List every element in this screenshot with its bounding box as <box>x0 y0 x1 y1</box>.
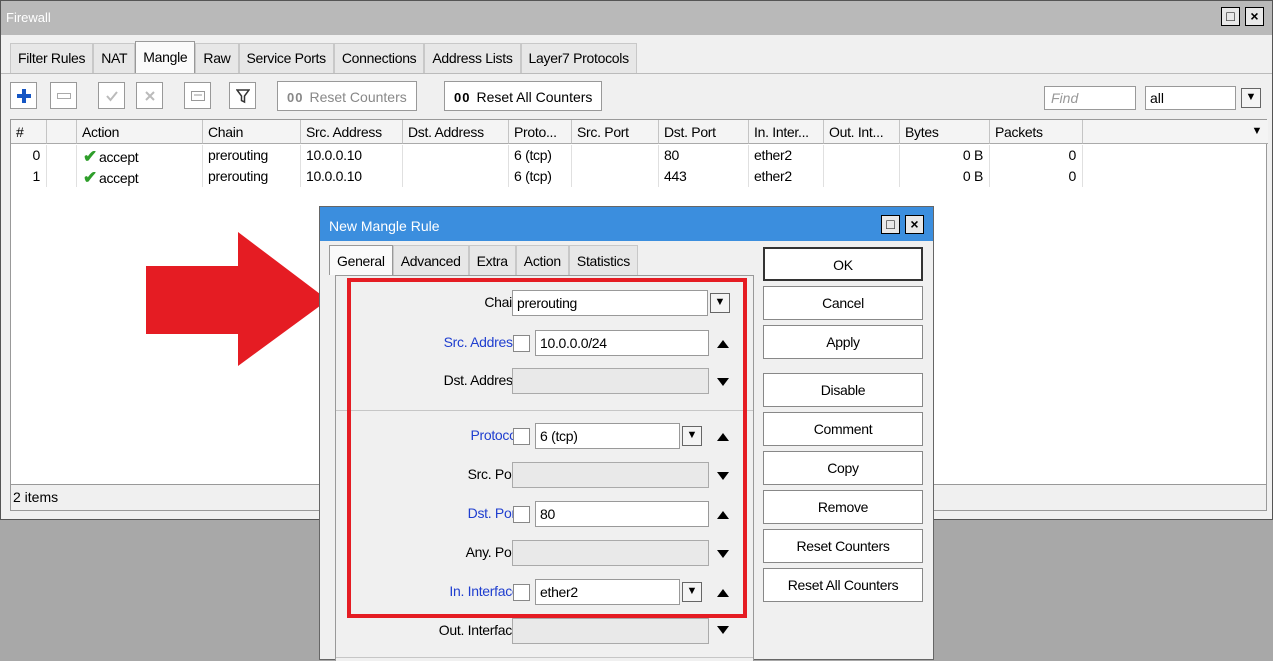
plus-icon <box>16 88 31 103</box>
counter-icon: 00 <box>454 90 471 105</box>
remove-rule-button[interactable]: Remove <box>763 490 923 524</box>
close-icon[interactable]: × <box>1245 7 1264 26</box>
col-header-flags[interactable] <box>47 120 77 144</box>
apply-button[interactable]: Apply <box>763 325 923 359</box>
funnel-icon <box>235 88 250 103</box>
accept-check-icon: ✔ <box>83 168 97 187</box>
tab-general[interactable]: General <box>329 245 393 275</box>
col-header-in-interface[interactable]: In. Inter... <box>749 120 824 144</box>
col-header-src-address[interactable]: Src. Address <box>301 120 403 144</box>
tab-mangle[interactable]: Mangle <box>135 41 196 73</box>
dialog-reset-counters-button[interactable]: Reset Counters <box>763 529 923 563</box>
dialog-titlebar[interactable]: New Mangle Rule □ × <box>320 207 933 241</box>
col-header-dst-address[interactable]: Dst. Address <box>403 120 509 144</box>
tab-address-lists[interactable]: Address Lists <box>424 43 521 73</box>
window-title: Firewall <box>6 10 51 25</box>
out-interface-row: Out. Interface: <box>336 618 753 646</box>
note-icon <box>190 90 205 101</box>
col-header-spacer <box>1083 120 1268 144</box>
columns-dropdown-icon[interactable]: ▼ <box>1247 123 1267 143</box>
filter-dropdown-icon[interactable]: ▼ <box>1241 88 1261 108</box>
dialog-restore-icon[interactable]: □ <box>881 215 900 234</box>
tab-nat[interactable]: NAT <box>93 43 136 73</box>
filter-button[interactable] <box>229 82 256 109</box>
table-row[interactable]: 1 ✔ accept prerouting 10.0.0.10 6 (tcp) 4… <box>11 166 1266 187</box>
col-header-action[interactable]: Action <box>77 120 203 144</box>
divider <box>336 657 753 658</box>
col-header-src-port[interactable]: Src. Port <box>572 120 659 144</box>
accept-check-icon: ✔ <box>83 147 97 166</box>
dialog-reset-all-counters-button[interactable]: Reset All Counters <box>763 568 923 602</box>
table-row[interactable]: 0 ✔ accept prerouting 10.0.0.10 6 (tcp) 8… <box>11 145 1266 166</box>
col-header-dst-port[interactable]: Dst. Port <box>659 120 749 144</box>
window-titlebar[interactable]: Firewall □ × <box>1 1 1272 35</box>
col-header-out-interface[interactable]: Out. Int... <box>824 120 900 144</box>
add-button[interactable] <box>10 82 37 109</box>
tab-statistics[interactable]: Statistics <box>568 245 638 275</box>
col-header-num[interactable]: # <box>11 120 47 144</box>
reset-counters-button[interactable]: 00 Reset Counters <box>277 81 417 111</box>
dialog-close-icon[interactable]: × <box>905 215 924 234</box>
dialog-tabs: General Advanced Extra Action Statistics <box>329 245 638 275</box>
disable-button[interactable] <box>136 82 163 109</box>
counter-icon: 00 <box>287 90 304 105</box>
reset-all-counters-button[interactable]: 00 Reset All Counters <box>444 81 603 111</box>
restore-icon[interactable]: □ <box>1221 7 1240 26</box>
disable-rule-button[interactable]: Disable <box>763 373 923 407</box>
tab-action[interactable]: Action <box>515 245 569 275</box>
firewall-tabs: Filter Rules NAT Mangle Raw Service Port… <box>10 41 637 73</box>
comment-button[interactable] <box>184 82 211 109</box>
find-input[interactable]: Find <box>1044 86 1136 110</box>
tab-layer7-protocols[interactable]: Layer7 Protocols <box>520 43 637 73</box>
out-interface-label: Out. Interface: <box>438 622 524 638</box>
copy-button[interactable]: Copy <box>763 451 923 485</box>
tab-filter-rules[interactable]: Filter Rules <box>10 43 94 73</box>
filter-select[interactable]: all <box>1145 86 1236 110</box>
red-highlight-annotation <box>347 278 747 618</box>
tab-advanced[interactable]: Advanced <box>392 245 469 275</box>
tab-raw[interactable]: Raw <box>195 43 239 73</box>
tab-extra[interactable]: Extra <box>468 245 516 275</box>
red-arrow-annotation <box>146 232 328 366</box>
enable-button[interactable] <box>98 82 125 109</box>
out-interface-expand-icon[interactable] <box>717 626 729 634</box>
col-header-chain[interactable]: Chain <box>203 120 301 144</box>
col-header-bytes[interactable]: Bytes <box>900 120 990 144</box>
ok-button[interactable]: OK <box>763 247 923 281</box>
remove-button[interactable] <box>50 82 77 109</box>
minus-icon <box>56 92 71 99</box>
out-interface-input[interactable] <box>512 618 709 644</box>
col-header-packets[interactable]: Packets <box>990 120 1083 144</box>
comment-rule-button[interactable]: Comment <box>763 412 923 446</box>
dialog-title: New Mangle Rule <box>329 218 440 234</box>
tab-service-ports[interactable]: Service Ports <box>238 43 334 73</box>
cancel-button[interactable]: Cancel <box>763 286 923 320</box>
check-icon <box>105 90 118 102</box>
x-icon <box>144 90 155 101</box>
col-header-protocol[interactable]: Proto... <box>509 120 572 144</box>
tab-connections[interactable]: Connections <box>333 43 425 73</box>
toolbar: 00 Reset Counters 00 Reset All Counters Fi… <box>1 73 1272 119</box>
